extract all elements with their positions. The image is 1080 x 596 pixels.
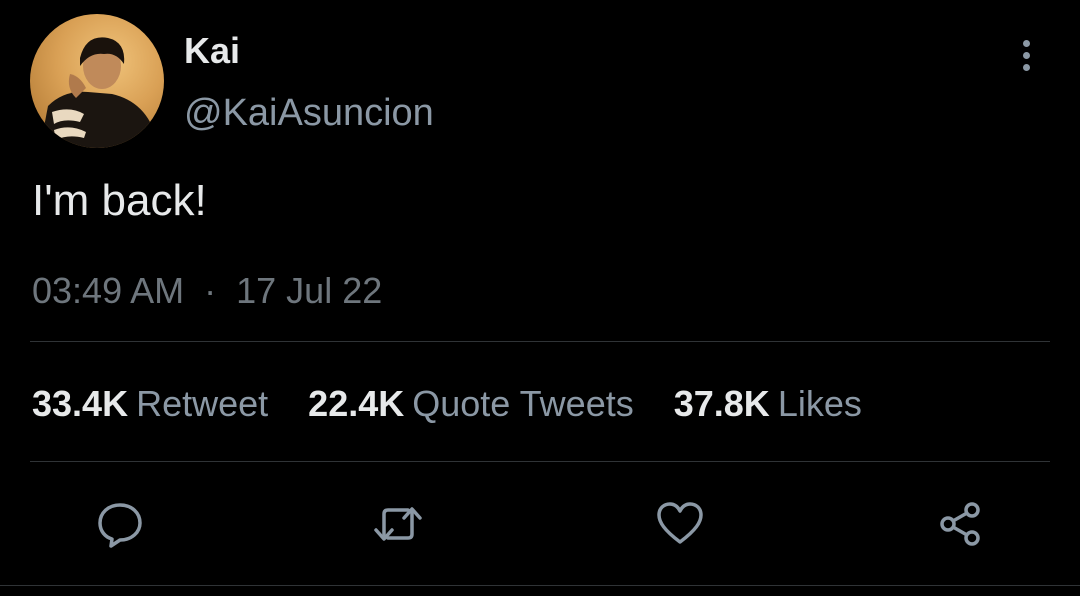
author-handle[interactable]: @KaiAsuncion [184,92,434,135]
tweet-date: 17 Jul 22 [236,270,383,311]
stat-likes[interactable]: 37.8K Likes [674,383,862,425]
stat-retweets[interactable]: 33.4K Retweet [32,383,268,425]
stat-retweets-label: Retweet [136,383,269,424]
tweet-timestamp[interactable]: 03:49 AM · 17 Jul 22 [32,270,382,312]
tweet-time: 03:49 AM [32,270,185,311]
reply-button[interactable] [94,498,146,550]
divider-top [30,341,1050,342]
divider-bottom [30,461,1050,462]
stat-likes-count: 37.8K [673,383,770,424]
stat-retweets-count: 33.4K [32,383,129,424]
tweet-stats: 33.4K Retweet 22.4K Quote Tweets 37.8K Like… [32,383,892,425]
tweet-text: I'm back! [32,176,207,225]
like-button[interactable] [654,498,706,550]
avatar[interactable] [30,14,164,148]
retweet-icon [374,507,422,541]
share-icon [940,502,980,546]
reply-icon [98,503,142,548]
stat-quote-tweets-count: 22.4K [308,383,405,424]
author-name[interactable]: Kai [184,30,240,72]
avatar-photo [40,37,156,148]
more-options-icon[interactable] [1012,40,1040,80]
share-button[interactable] [934,498,986,550]
heart-icon [657,502,703,544]
divider-footer [0,585,1080,586]
stat-quote-tweets[interactable]: 22.4K Quote Tweets [308,383,634,425]
stat-quote-tweets-label: Quote Tweets [412,383,634,424]
retweet-button[interactable] [372,498,424,550]
stat-likes-label: Likes [777,383,862,424]
meta-separator: · [204,270,217,311]
